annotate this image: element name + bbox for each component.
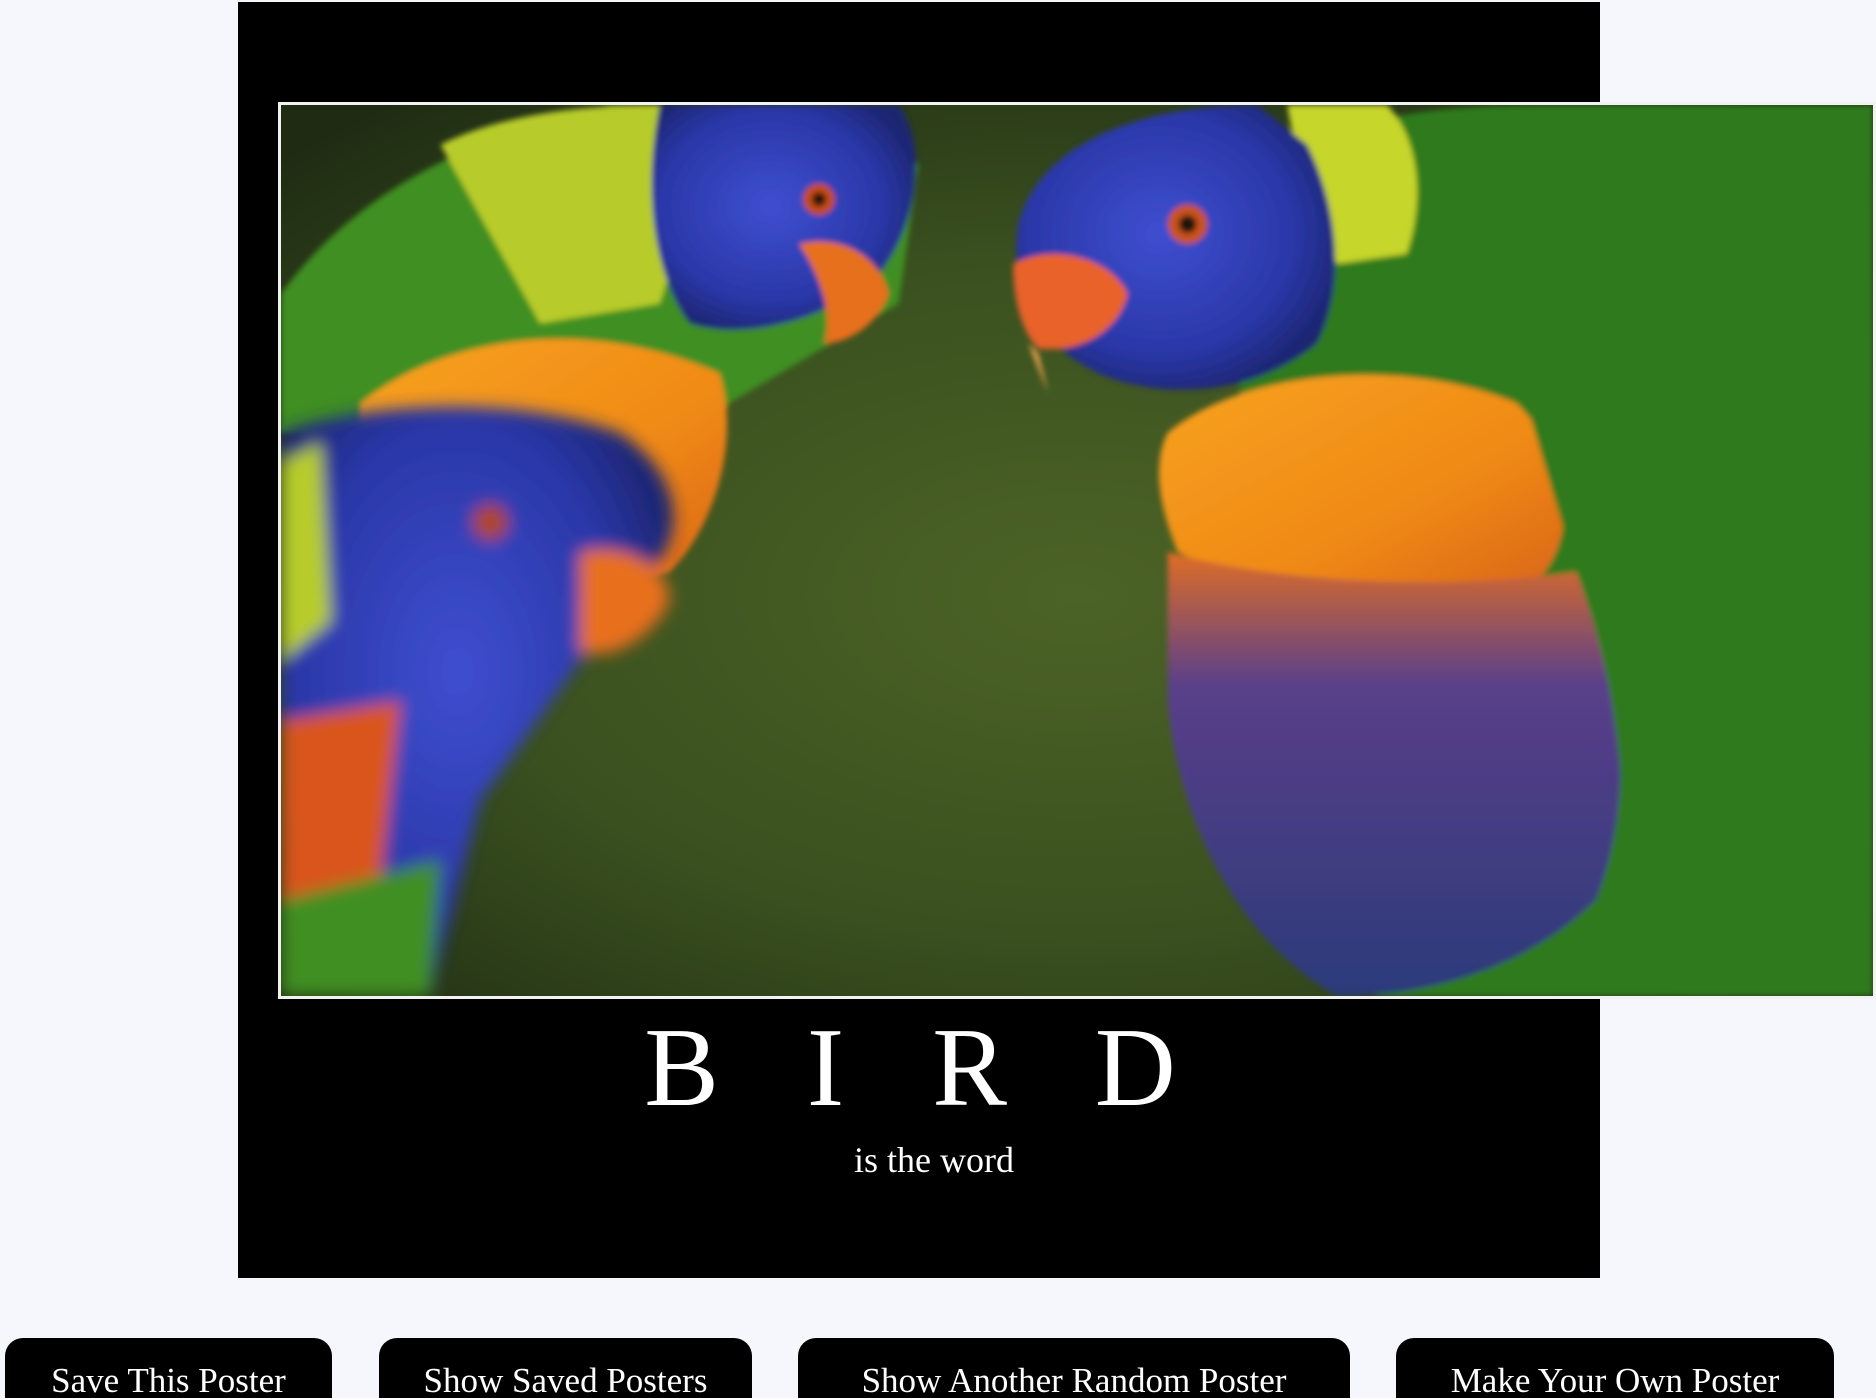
poster-image (278, 102, 1876, 999)
show-saved-posters-button[interactable]: Show Saved Posters (379, 1338, 752, 1398)
show-random-poster-button[interactable]: Show Another Random Poster (798, 1338, 1350, 1398)
poster-quote: is the word (854, 1140, 1014, 1180)
lorikeets-photo-icon (281, 105, 1873, 996)
page: B I R D is the word Save This Poster Sho… (0, 0, 1876, 1398)
poster-title: B I R D (644, 1006, 1206, 1130)
save-poster-button[interactable]: Save This Poster (5, 1338, 332, 1398)
make-own-poster-button[interactable]: Make Your Own Poster (1396, 1338, 1834, 1398)
